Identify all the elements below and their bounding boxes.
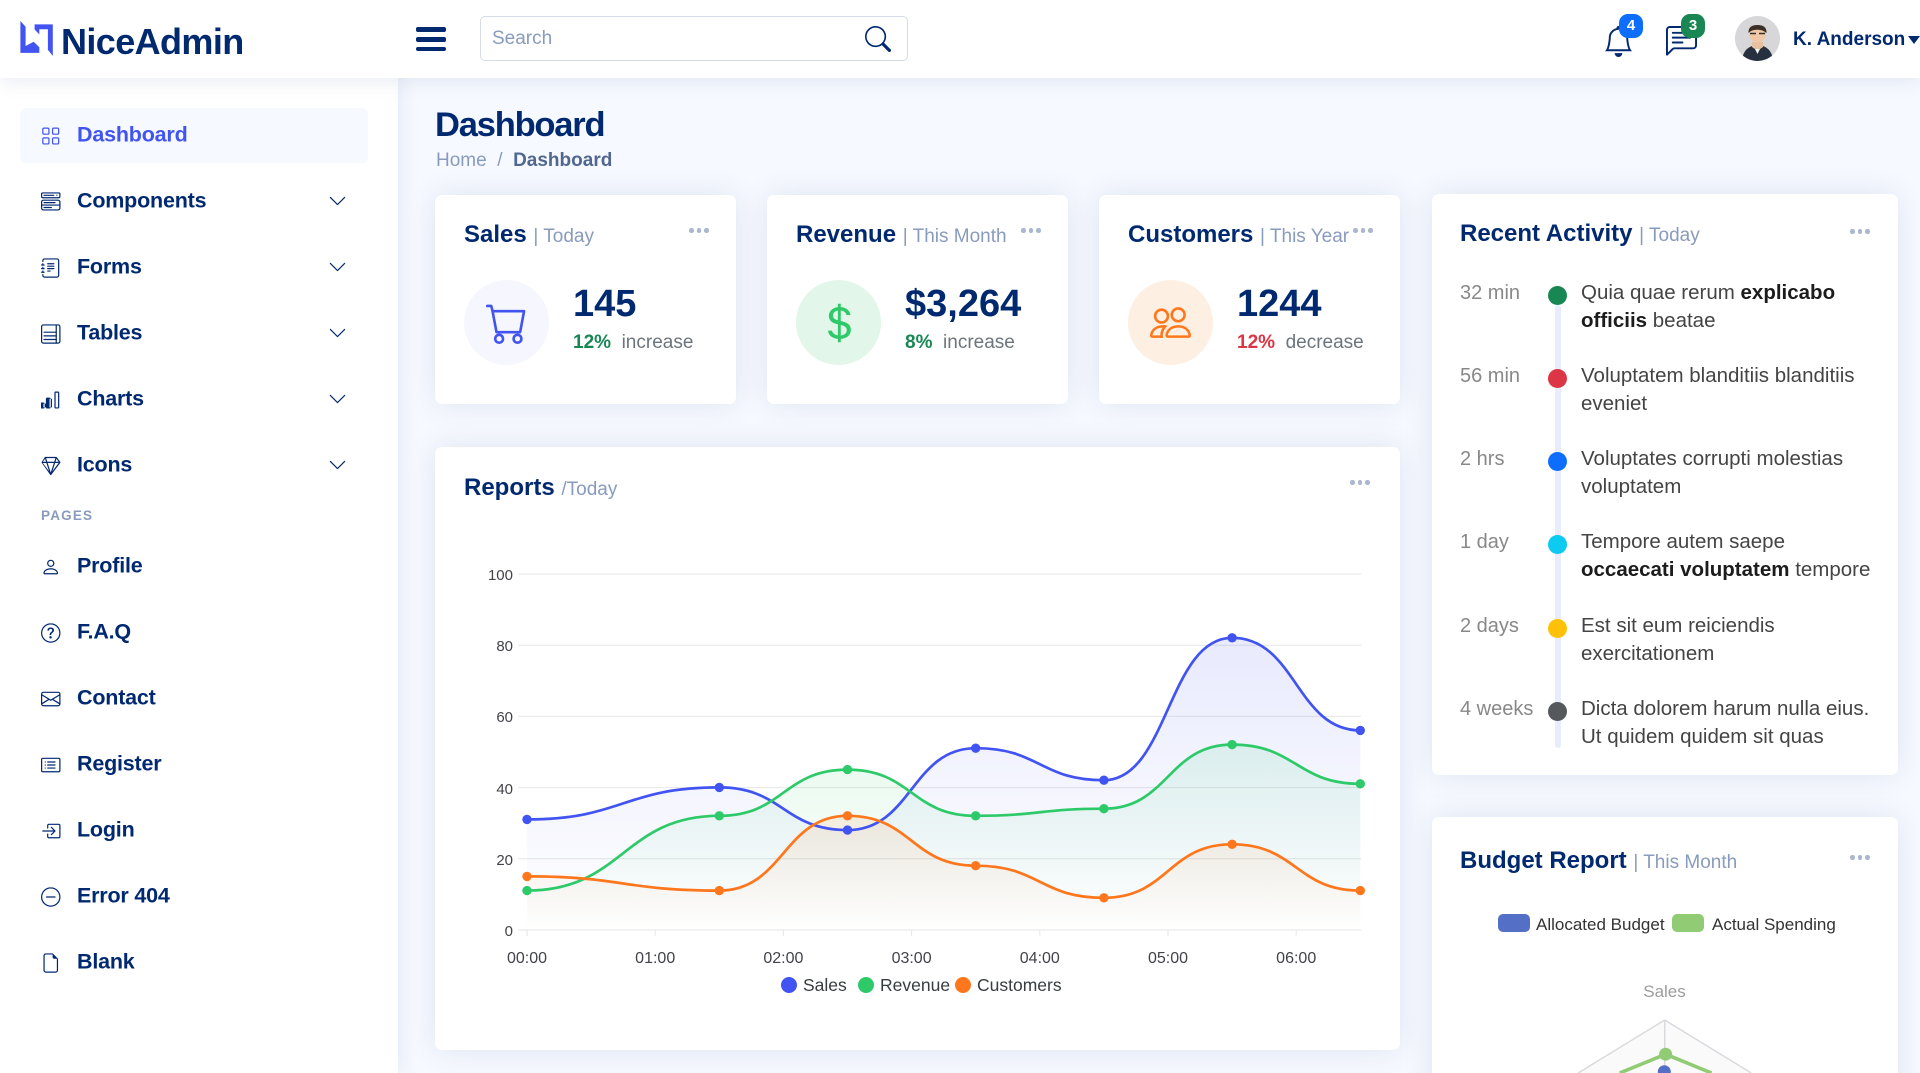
svg-text:Customers: Customers: [977, 975, 1062, 995]
svg-text:60: 60: [496, 709, 513, 726]
svg-text:40: 40: [496, 781, 513, 798]
svg-text:Sales: Sales: [803, 975, 847, 995]
svg-text:20: 20: [496, 852, 513, 869]
svg-text:Revenue: Revenue: [880, 975, 950, 995]
svg-text:06:00: 06:00: [1276, 950, 1316, 967]
svg-text:01:00: 01:00: [635, 950, 675, 967]
svg-text:80: 80: [496, 638, 513, 655]
svg-text:05:00: 05:00: [1148, 950, 1188, 967]
svg-text:03:00: 03:00: [892, 950, 932, 967]
svg-text:04:00: 04:00: [1020, 950, 1060, 967]
svg-text:0: 0: [505, 923, 513, 940]
svg-text:Sales: Sales: [1643, 982, 1686, 1001]
svg-text:02:00: 02:00: [763, 950, 803, 967]
svg-text:100: 100: [488, 567, 513, 584]
svg-text:00:00: 00:00: [507, 950, 547, 967]
